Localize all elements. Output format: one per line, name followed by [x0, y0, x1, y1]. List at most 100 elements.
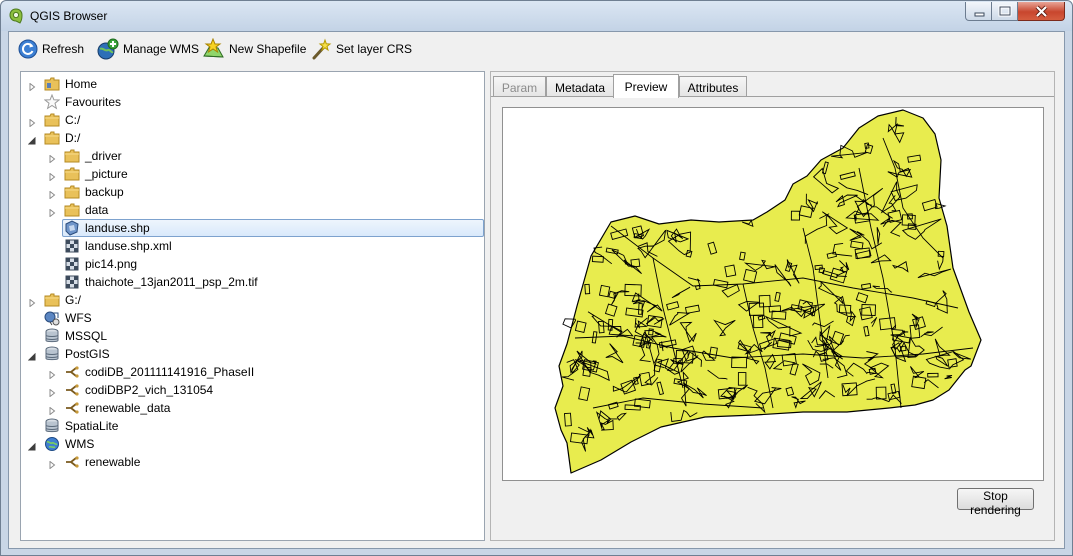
expand-arrow-icon[interactable] [48, 208, 56, 218]
tab-param[interactable]: Param [493, 76, 546, 97]
close-button[interactable] [1018, 2, 1065, 21]
tree-expander[interactable] [48, 404, 56, 416]
tree-item-picture[interactable]: _picture [21, 165, 484, 183]
expand-arrow-icon[interactable] [28, 118, 36, 128]
maximize-button[interactable] [992, 2, 1018, 21]
expand-arrow-icon[interactable] [48, 172, 56, 182]
folder-icon [64, 148, 80, 164]
star-icon [43, 93, 61, 110]
tree-item-g[interactable]: G:/ [21, 291, 484, 309]
tree-expander[interactable] [27, 350, 36, 361]
folder-icon [64, 166, 80, 182]
tree-item-favourites[interactable]: Favourites [21, 93, 484, 111]
tree-item-wms[interactable]: WMS [21, 435, 484, 453]
tree-item-home[interactable]: Home [21, 75, 484, 93]
stop-rendering-button[interactable]: Stop rendering [957, 488, 1034, 517]
tree-item-label: _driver [85, 149, 122, 163]
map-preview-canvas[interactable] [502, 107, 1044, 481]
wfs-icon [44, 310, 60, 326]
manage-wms-button[interactable]: Manage WMS [96, 36, 199, 62]
tree-expander[interactable] [28, 80, 36, 92]
manage-wms-icon [97, 38, 119, 60]
set-layer-crs-label: Set layer CRS [336, 42, 413, 56]
title-bar[interactable]: QGIS Browser [1, 1, 1072, 31]
tree-expander[interactable] [48, 386, 56, 398]
tree-expander[interactable] [48, 206, 56, 218]
tree-expander[interactable] [48, 368, 56, 380]
tree-item-renewable[interactable]: renewable [21, 453, 484, 471]
tree-item-label: thaichote_13jan2011_psp_2m.tif [85, 275, 258, 289]
tree-expander[interactable] [27, 134, 36, 145]
collapse-arrow-icon[interactable] [27, 352, 36, 361]
minimize-button[interactable] [965, 2, 992, 21]
tree-expander[interactable] [28, 116, 36, 128]
tree-expander[interactable] [48, 188, 56, 200]
tree-item-label: codiDB_201111141916_PhaseII [85, 365, 255, 379]
tree-item-renewable-data[interactable]: renewable_data [21, 399, 484, 417]
tree-expander[interactable] [48, 152, 56, 164]
tab-metadata[interactable]: Metadata [546, 76, 614, 97]
qgis-app-icon [9, 8, 23, 24]
connection-icon [64, 382, 80, 398]
tree-item-label: landuse.shp.xml [85, 239, 172, 253]
window-title: QGIS Browser [30, 9, 108, 23]
expand-arrow-icon[interactable] [48, 388, 56, 398]
tree-item-driver[interactable]: _driver [21, 147, 484, 165]
tab-attributes[interactable]: Attributes [679, 76, 747, 97]
tab-preview[interactable]: Preview [613, 74, 679, 98]
database-icon [44, 328, 60, 344]
tree-item-label: WMS [65, 437, 95, 451]
connection-icon [64, 454, 80, 470]
tree-item-codidb-201111141916-phaseii[interactable]: codiDB_201111141916_PhaseII [21, 363, 484, 381]
expand-arrow-icon[interactable] [48, 370, 56, 380]
tree-expander[interactable] [27, 440, 36, 451]
tree-item-landuse-shp-xml[interactable]: landuse.shp.xml [21, 237, 484, 255]
tree-item-label: pic14.png [85, 257, 138, 271]
tree-item-label: Home [65, 77, 98, 91]
refresh-button[interactable]: Refresh [17, 36, 84, 62]
expand-arrow-icon[interactable] [48, 406, 56, 416]
tree-item-landuse-shp[interactable]: landuse.shp [21, 219, 484, 237]
tree-item-wfs[interactable]: WFS [21, 309, 484, 327]
refresh-icon [18, 39, 38, 59]
main-area: Refresh Manage WMS New Shapefile Set lay… [8, 31, 1065, 549]
expand-arrow-icon[interactable] [28, 298, 36, 308]
expand-arrow-icon[interactable] [48, 460, 56, 470]
globe-icon [44, 436, 60, 452]
new-shapefile-button[interactable]: New Shapefile [202, 36, 306, 62]
tree-expander[interactable] [48, 170, 56, 182]
browser-tree[interactable]: Home Favourites C:/ D:/ _driver _picturebacku… [20, 71, 485, 541]
tree-item-d[interactable]: D:/ [21, 129, 484, 147]
tree-item-codidbp2-vich-131054[interactable]: codiDBP2_vich_131054 [21, 381, 484, 399]
collapse-arrow-icon[interactable] [27, 442, 36, 451]
landuse-map [554, 109, 982, 474]
tree-item-mssql[interactable]: MSSQL [21, 327, 484, 345]
expand-arrow-icon[interactable] [48, 190, 56, 200]
connection-icon [64, 400, 80, 416]
tree-item-label: landuse.shp [85, 221, 150, 235]
tree-item-pic14-png[interactable]: pic14.png [21, 255, 484, 273]
collapse-arrow-icon[interactable] [27, 136, 36, 145]
tree-item-c[interactable]: C:/ [21, 111, 484, 129]
folder-icon [44, 112, 60, 128]
tree-item-label: SpatiaLite [65, 419, 119, 433]
tree-item-label: _picture [85, 167, 128, 181]
database-icon [44, 418, 60, 434]
tree-item-backup[interactable]: backup [21, 183, 484, 201]
set-layer-crs-button[interactable]: Set layer CRS [309, 36, 412, 62]
tree-item-postgis[interactable]: PostGIS [21, 345, 484, 363]
tree-item-data[interactable]: data [21, 201, 484, 219]
connection-icon [64, 364, 80, 380]
tree-item-label: renewable_data [85, 401, 171, 415]
tree-item-thaichote-13jan2011-psp-2m-tif[interactable]: thaichote_13jan2011_psp_2m.tif [21, 273, 484, 291]
new-shapefile-label: New Shapefile [229, 42, 307, 56]
expand-arrow-icon[interactable] [48, 154, 56, 164]
tree-item-label: codiDBP2_vich_131054 [85, 383, 214, 397]
tree-expander[interactable] [28, 296, 36, 308]
tree-item-spatialite[interactable]: SpatiaLite [21, 417, 484, 435]
folder-icon [64, 184, 80, 200]
raster-layer-icon [64, 256, 80, 272]
tree-item-label: backup [85, 185, 124, 199]
expand-arrow-icon[interactable] [28, 82, 36, 92]
tree-expander[interactable] [48, 458, 56, 470]
